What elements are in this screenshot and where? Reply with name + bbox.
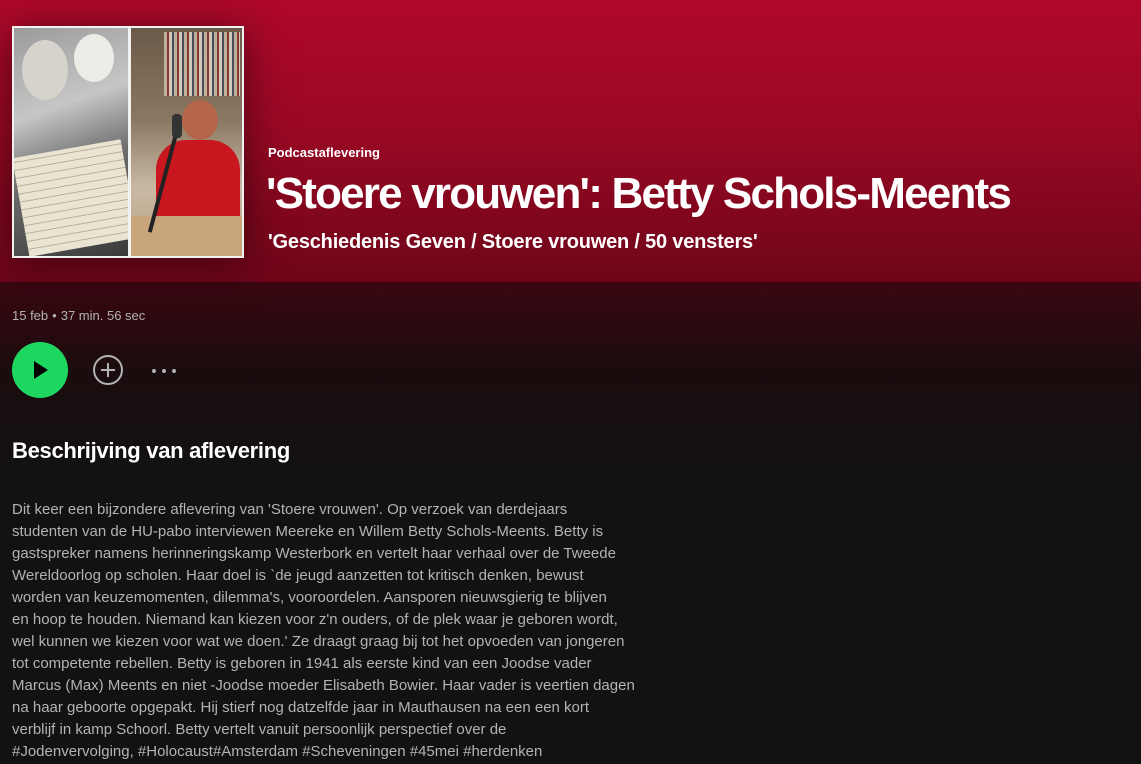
description-line: Wereldoorlog op scholen. Haar doel is `d… <box>12 567 584 584</box>
description-line: Marcus (Max) Meents en niet -Joodse moed… <box>12 677 635 694</box>
description-line: #Jodenvervolging, #Holocaust#Amsterdam #… <box>12 743 543 760</box>
description-line: tot competente rebellen. Betty is gebore… <box>12 655 592 672</box>
episode-type-label: Podcastaflevering <box>268 145 380 160</box>
description-heading: Beschrijving van aflevering <box>12 438 291 463</box>
cover-person-head <box>182 100 218 140</box>
cover-bookshelf <box>164 32 240 96</box>
description-line: wel kunnen we kiezen voor wat we doen.' … <box>12 633 625 650</box>
episode-date: 15 feb <box>12 308 49 323</box>
more-options-icon <box>152 369 156 373</box>
episode-duration: 37 min. 56 sec <box>60 308 146 323</box>
description-line: studenten van de HU-pabo interviewen Mee… <box>12 523 604 540</box>
cover-microphone <box>172 114 182 138</box>
play-button[interactable] <box>12 342 68 398</box>
more-options-icon <box>172 369 176 373</box>
show-name-link[interactable]: 'Geschiedenis Geven / Stoere vrouwen / 5… <box>268 231 758 254</box>
more-options-icon <box>162 369 166 373</box>
episode-meta: 15 feb • 37 min. 56 sec <box>12 308 145 323</box>
description-line: en hoop te houden. Niemand kan kiezen vo… <box>12 611 618 628</box>
add-to-library-button[interactable] <box>93 355 123 385</box>
episode-title: 'Stoere vrouwen': Betty Schols-Meents <box>266 169 1012 218</box>
cover-letter <box>14 139 138 256</box>
more-options-button[interactable] <box>148 360 180 380</box>
description-line: na haar geboorte opgepakt. Hij stierf no… <box>12 699 590 716</box>
episode-description: Dit keer een bijzondere aflevering van '… <box>12 499 692 763</box>
cover-baby-face <box>74 34 114 82</box>
description-line: gastspreker namens herinneringskamp West… <box>12 545 616 562</box>
meta-separator: • <box>52 308 57 323</box>
description-line: worden van keuzemomenten, dilemma's, voo… <box>12 589 607 606</box>
episode-cover-image <box>12 26 244 258</box>
play-icon <box>34 361 48 379</box>
cover-desk <box>131 216 242 256</box>
description-line: verblijf in kamp Schoorl. Betty vertelt … <box>12 721 507 738</box>
description-line: Dit keer een bijzondere aflevering van '… <box>12 501 568 518</box>
cover-woman-face <box>22 40 68 100</box>
